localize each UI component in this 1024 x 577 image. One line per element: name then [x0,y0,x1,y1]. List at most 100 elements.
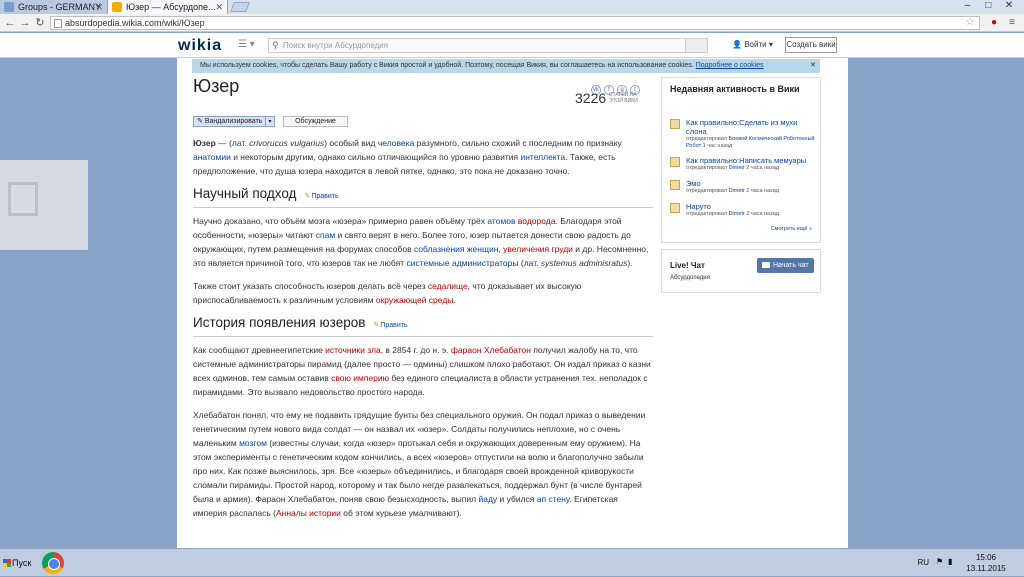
link[interactable]: интеллекта [520,152,565,162]
user-icon: 👤 [732,40,742,49]
link[interactable]: спам [316,230,335,240]
activity-meta: отредактировал Dimetr 2 часа назад [686,211,779,217]
article-count-value: 3226 [575,90,607,106]
windows-taskbar: Пуск RU ⚑ ▮ 15:06 13.11.2015 [0,548,1024,576]
bookmark-star-icon[interactable]: ☆ [965,16,975,28]
section-edit-link[interactable]: Править [373,322,407,329]
tray-flag-icon[interactable]: ⚑ [936,557,946,567]
link[interactable]: соблазнения женщин [414,244,498,254]
chevron-down-icon[interactable]: ▾ [265,117,274,126]
edit-button-label: Вандализировать [204,118,263,125]
back-arrow-icon[interactable]: ← [3,16,17,30]
article-count: 3226 СТАТЕЙ НА ЭТОЙ ВИКИ [575,90,638,106]
link[interactable]: системные администраторы [406,258,518,268]
link[interactable]: водорода [518,216,556,226]
cookie-text: Мы используем cookies, чтобы сделать Ваш… [200,62,694,69]
link[interactable]: увеличения груди [503,244,573,254]
user-link[interactable]: Dimetr [729,211,745,217]
activity-meta: отредактировал Боевой Космический Робото… [686,136,815,149]
activity-item: Эмо отредактировал Dimetr 2 часа назад [670,179,816,195]
tab-label: Groups - GERMANY [18,2,102,12]
activity-meta: отредактировал Dimetr 2 часа назад [686,165,779,171]
chrome-icon[interactable] [42,552,64,574]
reload-icon[interactable]: ↻ [33,16,47,30]
paragraph: Как сообщают древнеегипетские источники … [193,345,651,397]
browser-tab-absurdopedia[interactable]: Юзер — Абсурдопе... ✕ [108,0,228,14]
activity-link[interactable]: Эмо [686,179,816,188]
address-bar[interactable]: absurdopedia.wikia.com/wiki/Юзер ☆ [50,16,980,30]
edit-activity-icon [670,119,680,129]
link[interactable]: Анналы истории [276,508,341,518]
talk-button[interactable]: Обсуждение [283,116,348,127]
start-chat-button[interactable]: Начать чат [757,258,814,273]
link[interactable]: лат. [524,258,539,268]
activity-link[interactable]: Как правильно:Написать мемуары [686,156,816,165]
link[interactable]: мозгом [239,438,267,448]
language-indicator[interactable]: RU [917,558,929,567]
search-input[interactable]: ⚲ Поиск внутри Абсурдопедия [268,38,708,53]
activity-link[interactable]: Наруто [686,202,816,211]
section-heading: История появления юзеровПравить [193,316,653,337]
pencil-icon: ✎ [197,118,203,125]
link[interactable]: окружающей среды [376,295,454,305]
link[interactable]: атомов [487,216,515,226]
chevron-down-icon: ▾ [768,40,773,49]
clock[interactable]: 15:06 13.11.2015 [956,552,1016,574]
close-icon[interactable]: ✕ [810,59,816,73]
new-tab-button[interactable] [230,2,250,12]
section-heading: Научный подходПравить [193,187,653,208]
clock-time: 15:06 [975,553,997,562]
chrome-menu-icon[interactable]: ≡ [1005,16,1019,30]
page-icon [54,19,62,28]
link[interactable]: человека [378,138,414,148]
link[interactable]: йаду [478,494,497,504]
link[interactable]: лат. [232,138,247,148]
window-controls: – □ ✕ [958,0,1018,14]
edit-button[interactable]: ✎ Вандализировать ▾ [193,116,275,127]
user-link[interactable]: Dimetr [729,165,745,171]
close-tab-icon[interactable]: ✕ [95,0,103,14]
paragraph: Также стоит указать способность юзеров д… [193,281,582,305]
close-tab-icon[interactable]: ✕ [215,0,223,14]
login-label: Войти [744,40,767,49]
background-image-placeholder [0,160,88,250]
recent-activity-module: Недавняя активность в Вики Как правильно… [661,77,821,243]
article-count-label: СТАТЕЙ НА ЭТОЙ ВИКИ [609,92,638,104]
browser-tab-groups[interactable]: Groups - GERMANY ✕ [0,0,108,14]
link[interactable]: свою империю [331,373,389,383]
intro-paragraph: Юзер — (лат. crivorucus vulgarius) особы… [193,138,622,176]
minimize-button[interactable]: – [958,0,976,11]
activity-meta: отредактировал Dimetr 2 часа назад [686,188,779,194]
search-submit-button[interactable] [685,39,707,52]
wikia-global-header: wikia ☰ ▾ ⚲ Поиск внутри Абсурдопедия 👤 … [0,33,1024,58]
url-text: absurdopedia.wikia.com/wiki/Юзер [65,18,205,28]
section-edit-link[interactable]: Править [304,193,338,200]
create-wiki-button[interactable]: Создать вики [785,37,837,53]
activity-item: Как правильно:Написать мемуары отредакти… [670,156,816,172]
link[interactable]: фараон Хлебабатон [451,345,531,355]
browser-toolbar: ← → ↻ absurdopedia.wikia.com/wiki/Юзер ☆… [0,14,1024,32]
activity-link[interactable]: Как правильно:Сделать из мухи слона [686,118,816,136]
link[interactable]: анатомии [193,152,231,162]
cookie-more-link[interactable]: Подробнее о cookies [696,62,764,69]
wikia-logo[interactable]: wikia [178,37,222,55]
user-link[interactable]: Dimetr [729,188,745,194]
maximize-button[interactable]: □ [979,0,997,11]
see-more-link[interactable]: Смотреть ещё » [771,226,812,232]
groups-favicon-icon [4,2,14,12]
hamburger-menu-icon[interactable]: ☰ ▾ [238,39,255,50]
link[interactable]: источники зла [325,345,381,355]
page-title: Юзер [193,76,240,96]
clock-date: 13.11.2015 [966,564,1006,573]
extension-abp-icon[interactable]: ● [987,16,1001,30]
link[interactable]: ап стену [537,494,570,504]
forward-arrow-icon[interactable]: → [18,16,32,30]
search-placeholder: Поиск внутри Абсурдопедия [283,41,389,50]
module-title: Недавняя активность в Вики [670,84,800,94]
start-button[interactable]: Пуск [2,553,36,573]
chat-module: Live! Чат Абсурдопедия Начать чат [661,249,821,293]
login-link[interactable]: 👤 Войти ▾ [732,40,773,49]
close-window-button[interactable]: ✕ [1000,0,1018,11]
link[interactable]: седалище [428,281,468,291]
wikia-favicon-icon [112,2,122,12]
